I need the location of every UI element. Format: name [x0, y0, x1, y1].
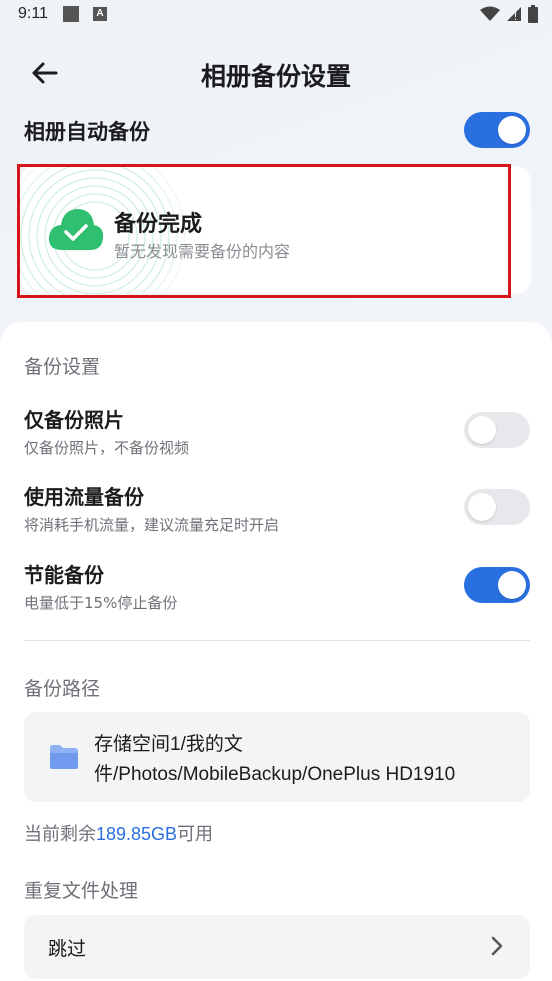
setting-title: 使用流量备份 [24, 485, 144, 509]
setting-row-photos-only: 仅备份照片 仅备份照片，不备份视频 [24, 404, 530, 464]
status-bar: 9:11 A [0, 0, 552, 30]
setting-desc: 将消耗手机流量，建议流量充足时开启 [24, 516, 280, 534]
backup-status-subtitle: 暂无发现需要备份的内容 [114, 242, 291, 261]
auto-backup-toggle[interactable] [464, 112, 530, 148]
status-time: 9:11 [18, 5, 48, 22]
toggle-knob [498, 571, 526, 599]
notification-a-icon: A [93, 7, 107, 21]
backup-path-text: 存储空间1/我的文件/Photos/MobileBackup/OnePlus H… [94, 734, 456, 785]
top-bar: 相册备份设置 [0, 44, 552, 100]
setting-desc: 电量低于15%停止备份 [24, 594, 178, 612]
setting-desc: 仅备份照片，不备份视频 [24, 439, 190, 457]
mobile-data-toggle[interactable] [464, 489, 530, 525]
battery-icon [528, 5, 538, 23]
divider [24, 640, 530, 641]
folder-icon [50, 745, 78, 769]
photos-only-toggle[interactable] [464, 412, 530, 448]
toggle-knob [468, 416, 496, 444]
wifi-icon [480, 6, 500, 21]
toggle-knob [468, 493, 496, 521]
remaining-suffix: 可用 [177, 824, 214, 845]
backup-status-title: 备份完成 [114, 212, 203, 237]
auto-backup-row: 相册自动备份 [24, 108, 530, 152]
backup-path-header: 备份路径 [24, 678, 101, 700]
remaining-value: 189.85GB [96, 824, 178, 844]
status-icons [480, 5, 538, 23]
auto-backup-label: 相册自动备份 [24, 120, 150, 144]
setting-row-power-saving: 节能备份 电量低于15%停止备份 [24, 559, 530, 619]
duplicate-handling-selector[interactable]: 跳过 [24, 915, 530, 979]
page-title: 相册备份设置 [200, 62, 351, 91]
duplicate-handling-header: 重复文件处理 [24, 880, 139, 902]
backup-path-selector[interactable]: 存储空间1/我的文件/Photos/MobileBackup/OnePlus H… [24, 712, 530, 802]
remaining-space: 当前剩余189.85GB可用 [24, 820, 213, 846]
backup-status-card: 备份完成 暂无发现需要备份的内容 [20, 166, 531, 294]
power-saving-toggle[interactable] [464, 567, 530, 603]
setting-title: 仅备份照片 [24, 408, 124, 432]
backup-settings-header: 备份设置 [24, 356, 101, 378]
signal-icon [507, 7, 521, 21]
setting-row-mobile-data: 使用流量备份 将消耗手机流量，建议流量充足时开启 [24, 481, 530, 541]
chevron-right-icon [491, 936, 503, 956]
cloud-check-icon [48, 209, 104, 250]
toggle-knob [498, 116, 526, 144]
duplicate-handling-value: 跳过 [48, 938, 87, 960]
remaining-prefix: 当前剩余 [24, 824, 96, 845]
setting-title: 节能备份 [24, 563, 104, 587]
notification-square-icon [63, 6, 79, 22]
